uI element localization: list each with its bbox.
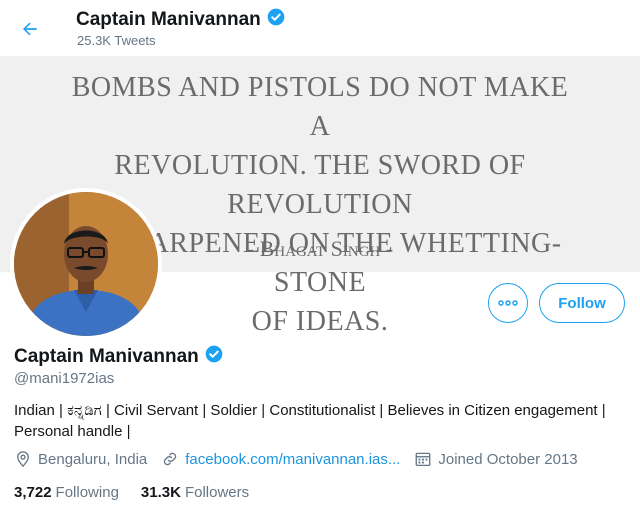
- location-text: Bengaluru, India: [38, 450, 148, 468]
- avatar[interactable]: [10, 188, 162, 340]
- quote-line: Bombs and pistols do not make a: [71, 72, 569, 142]
- profile-meta: Bengaluru, India facebook.com/manivannan…: [14, 450, 592, 468]
- join-date: Joined October 2013: [414, 450, 578, 468]
- following-count: 3,722: [14, 484, 52, 501]
- more-dots-icon: [498, 300, 518, 306]
- followers-stat[interactable]: 31.3K Followers: [141, 484, 249, 501]
- join-date-text: Joined October 2013: [438, 450, 578, 468]
- avatar-image: [14, 192, 158, 336]
- profile-header: Captain Manivannan 25.3K Tweets: [0, 0, 640, 56]
- location-pin-icon: [17, 451, 29, 468]
- location: Bengaluru, India: [14, 450, 147, 468]
- profile-handle: @mani1972ias: [14, 370, 115, 387]
- verified-badge-icon: [266, 7, 286, 32]
- arrow-left-icon: [23, 22, 37, 36]
- link-icon: [164, 452, 177, 466]
- tweet-count: 25.3K Tweets: [77, 33, 156, 48]
- followers-label: Followers: [184, 484, 250, 501]
- profile-name: Captain Manivannan: [14, 345, 199, 367]
- following-stat[interactable]: 3,722 Following: [14, 484, 119, 501]
- website[interactable]: facebook.com/manivannan.ias...: [161, 450, 400, 468]
- website-link[interactable]: facebook.com/manivannan.ias...: [185, 451, 400, 468]
- header-name-row: Captain Manivannan: [76, 7, 286, 32]
- followers-count: 31.3K: [140, 484, 181, 501]
- header-name: Captain Manivannan: [76, 8, 261, 30]
- follow-button[interactable]: Follow: [539, 283, 625, 323]
- calendar-icon: [415, 452, 431, 467]
- verified-badge-icon: [204, 344, 224, 369]
- back-button[interactable]: [14, 13, 46, 45]
- profile-stats: 3,722 Following 31.3K Followers: [14, 484, 271, 501]
- more-options-button[interactable]: [488, 283, 528, 323]
- following-label: Following: [55, 484, 119, 501]
- profile-name-row: Captain Manivannan: [14, 344, 224, 369]
- profile-bio: Indian | ಕನ್ನಡಿಗ | Civil Servant | Soldi…: [14, 402, 606, 440]
